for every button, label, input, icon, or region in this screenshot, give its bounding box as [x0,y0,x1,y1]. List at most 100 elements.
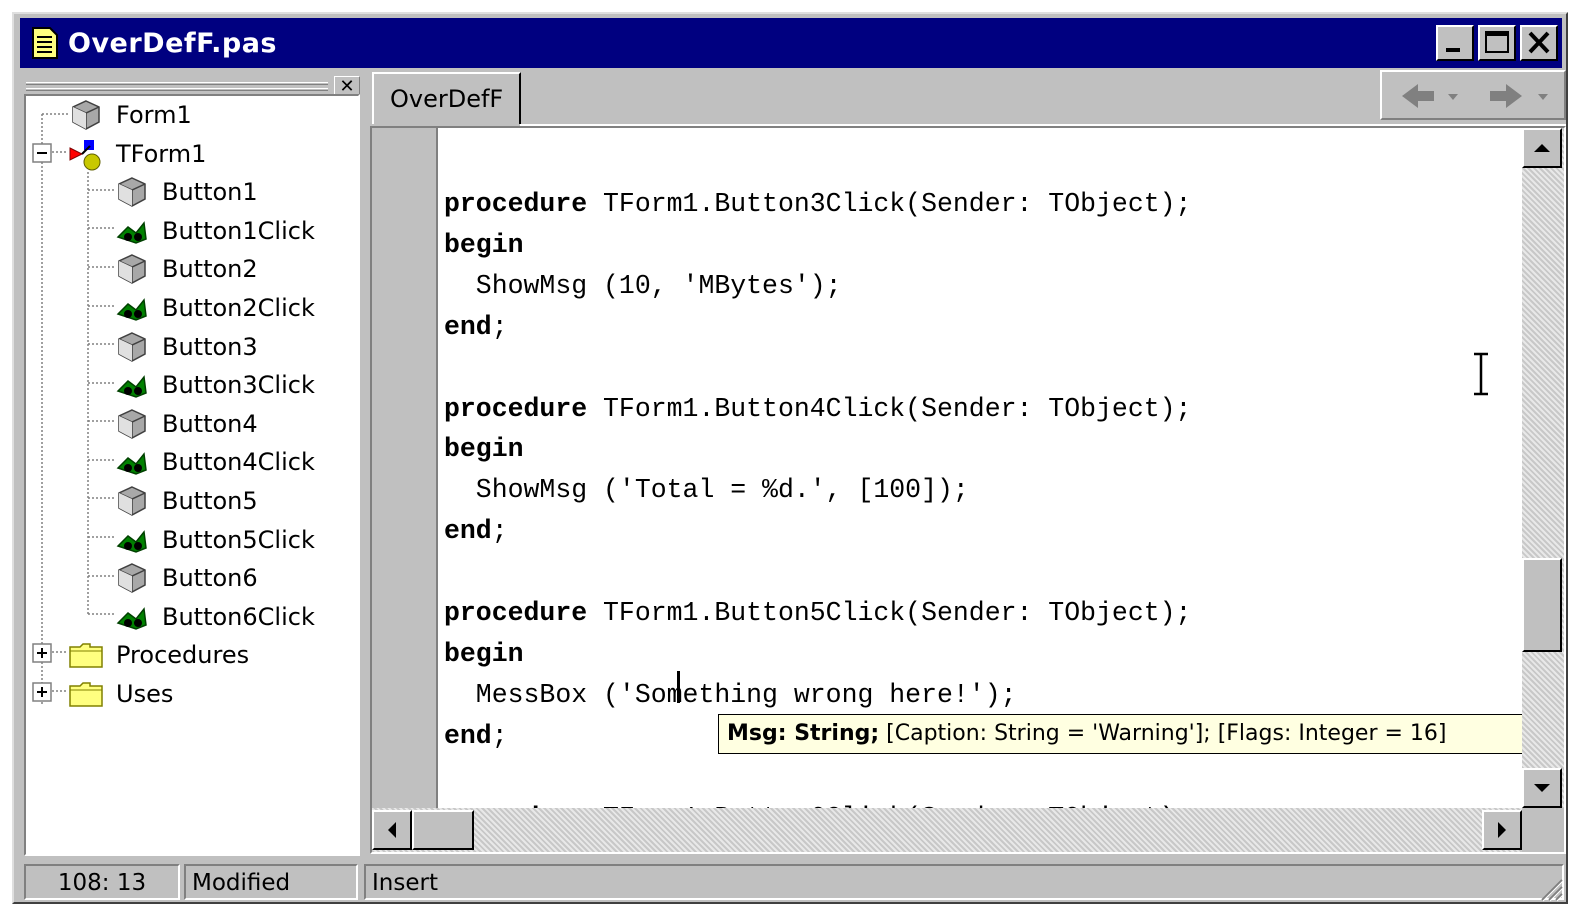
tree-item-label: Button1Click [162,216,315,245]
editor-gutter[interactable] [372,128,436,852]
tree-item[interactable]: Button5 [114,482,258,520]
ibeam-cursor-icon [1474,352,1488,396]
title-bar[interactable]: OverDefF.pas [20,18,1562,68]
hint-current-param: Msg: String; [727,721,880,746]
method-icon [114,599,150,635]
window-title: OverDefF.pas [68,27,278,59]
tree-item[interactable]: Button6 [114,559,258,597]
component-cube-icon [114,406,150,442]
tree-expander-expand-icon [32,643,52,702]
code-keyword: end [444,516,492,547]
tree-item-label: Button3 [162,332,258,361]
forward-arrow-icon [1490,84,1548,108]
tree-item[interactable]: Button5Click [114,521,315,559]
tree-item-label: Button5 [162,487,258,515]
tree-item-label: Button6 [162,564,258,593]
tree-item[interactable]: Button3Click [114,366,315,404]
navigation-buttons [1380,70,1566,120]
tree-item-label: Button5Click [162,525,315,554]
tree-item-label: Button3Click [162,371,315,400]
vertical-scroll-thumb[interactable] [1522,558,1562,652]
tree-item[interactable]: Uses [68,675,173,713]
code-text: TForm1.Button5Click(Sender: TObject); [587,598,1192,628]
tree-item-label: Uses [116,680,174,708]
code-keyword: procedure [444,189,588,219]
method-icon [114,290,150,326]
tree-item[interactable]: Procedures [68,636,249,674]
tree-item[interactable]: Button6Click [114,598,315,636]
editor-window: OverDefF.pas ✕ Form1 TForm1 Button1 Butt… [12,12,1568,904]
insert-mode-indicator: Insert [364,864,1564,900]
method-icon [114,367,150,403]
tree-item[interactable]: Button2Click [114,289,315,327]
tree-item-label: Button4Click [162,448,315,477]
code-line: end; [444,307,508,347]
component-cube-icon [114,560,150,596]
code-line: procedure TForm1.Button5Click(Sender: TO… [444,593,1191,633]
code-text: MessBox ('Something wrong here!'); [444,679,1017,710]
code-keyword: end [444,720,492,751]
code-line: procedure TForm1.Button3Click(Sender: TO… [444,184,1191,224]
tree-item-label: Button1 [162,178,258,207]
parameter-hint-tooltip: Msg: String; [Caption: String = 'Warning… [718,714,1522,754]
tree-item[interactable]: TForm1 [68,135,206,173]
horizontal-scroll-thumb[interactable] [412,810,474,850]
scroll-up-button[interactable] [1522,128,1562,168]
unit-file-icon [32,27,58,59]
code-editor[interactable]: procedure TForm1.Button3Click(Sender: TO… [370,126,1566,854]
folder-icon [68,637,104,673]
scroll-down-button[interactable] [1522,768,1562,808]
back-arrow-icon [1402,84,1458,108]
code-line: procedure TForm1.Button4Click(Sender: TO… [444,389,1191,429]
scrollbar-corner [1522,808,1564,852]
scroll-right-button[interactable] [1482,810,1522,850]
code-line: end; [444,511,508,551]
tree-item[interactable]: Button3 [114,328,258,366]
code-line: end; [444,716,508,756]
code-keyword: begin [444,434,524,465]
code-text: ShowMsg (10, 'MBytes'); [444,270,842,301]
tree-item[interactable]: Button1Click [114,212,315,250]
tree-item-label: Procedures [116,641,250,670]
tree-item-label: TForm1 [116,139,207,168]
code-line: ShowMsg (10, 'MBytes'); [444,266,842,306]
modified-indicator: Modified [184,864,358,900]
method-icon [114,522,150,558]
dock-grip[interactable] [26,82,328,85]
code-line: begin [444,634,524,674]
class-icon [68,136,104,172]
hint-remaining-params: [Caption: String = 'Warning']; [Flags: I… [879,721,1447,746]
status-bar: 108: 13 Modified Insert [20,864,1564,902]
code-line: begin [444,225,524,265]
code-pane[interactable]: procedure TForm1.Button3Click(Sender: TO… [440,128,1522,808]
horizontal-scrollbar[interactable] [372,808,1522,852]
method-icon [114,213,150,249]
tab-overdeff[interactable]: OverDefF [372,72,522,124]
cursor-position: 108: 13 [24,864,180,900]
component-cube-icon [114,251,150,287]
code-text: ShowMsg ('Total = %d.', [100]); [444,475,969,506]
size-grip-icon[interactable] [1536,874,1564,902]
scroll-left-button[interactable] [372,810,412,850]
code-keyword: begin [444,638,524,669]
code-explorer[interactable]: Form1 TForm1 Button1 Button1Click Button2 But… [24,94,360,856]
text-caret [677,671,680,703]
tree-item-label: Button2Click [162,294,315,322]
code-keyword: begin [444,229,524,260]
maximize-button[interactable] [1478,25,1516,61]
tree-item[interactable]: Button2 [114,250,258,288]
minimize-button[interactable] [1436,25,1474,61]
close-button[interactable] [1520,25,1558,61]
method-icon [114,444,150,480]
tree-item[interactable]: Form1 [68,96,192,134]
component-cube-icon [114,329,150,365]
code-line: procedure TForm1.Button6Click(Sender: TO… [444,798,1191,809]
code-text: TForm1.Button3Click(Sender: TObject); [587,189,1192,219]
tree-item[interactable]: Button1 [114,173,258,211]
code-text: TForm1.Button4Click(Sender: TObject); [587,393,1192,424]
code-text: ; [491,311,508,342]
code-line: begin [444,429,524,469]
tree-item[interactable]: Button4 [114,405,258,443]
tree-item[interactable]: Button4Click [114,443,315,481]
vertical-scrollbar[interactable] [1522,128,1564,808]
